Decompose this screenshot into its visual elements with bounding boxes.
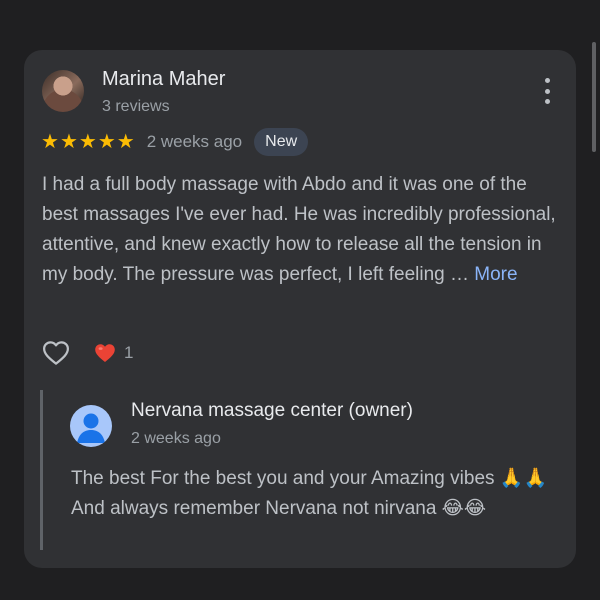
reviewer-review-count: 3 reviews bbox=[102, 98, 170, 115]
review-text: I had a full body massage with Abdo and … bbox=[42, 170, 562, 290]
person-avatar-icon bbox=[70, 405, 112, 447]
owner-name: Nervana massage center (owner) bbox=[131, 400, 413, 421]
reviewer-avatar[interactable] bbox=[42, 70, 84, 112]
review-actions: 1 bbox=[40, 338, 133, 368]
owner-response-time: 2 weeks ago bbox=[131, 430, 221, 447]
reviewer-name[interactable]: Marina Maher bbox=[102, 68, 225, 91]
reaction-summary[interactable]: 1 bbox=[92, 341, 133, 365]
star-icon: ★ bbox=[59, 131, 78, 153]
star-icon: ★ bbox=[97, 131, 116, 153]
new-badge: New bbox=[254, 128, 309, 156]
star-icon: ★ bbox=[78, 131, 97, 153]
heart-outline-icon[interactable] bbox=[40, 338, 72, 368]
red-heart-icon bbox=[95, 344, 115, 362]
rating-row: ★ ★ ★ ★ ★ 2 weeks ago New bbox=[41, 128, 309, 156]
owner-response-text: The best For the best you and your Amazi… bbox=[71, 464, 551, 524]
owner-response: Nervana massage center (owner) 2 weeks a… bbox=[40, 390, 563, 550]
star-icon: ★ bbox=[116, 131, 135, 153]
reaction-count: 1 bbox=[124, 343, 134, 362]
star-icon: ★ bbox=[41, 131, 59, 153]
owner-response-line: The best For the best you and your Amazi… bbox=[71, 468, 548, 489]
more-vert-icon[interactable] bbox=[542, 78, 552, 104]
owner-response-line: And always remember Nervana not nirvana … bbox=[71, 498, 487, 519]
review-card: Marina Maher 3 reviews ★ ★ ★ ★ ★ 2 weeks… bbox=[24, 50, 576, 568]
scrollbar[interactable] bbox=[592, 42, 596, 152]
more-link[interactable]: More bbox=[474, 264, 517, 285]
star-rating: ★ ★ ★ ★ ★ bbox=[41, 132, 135, 152]
review-time: 2 weeks ago bbox=[146, 132, 243, 151]
